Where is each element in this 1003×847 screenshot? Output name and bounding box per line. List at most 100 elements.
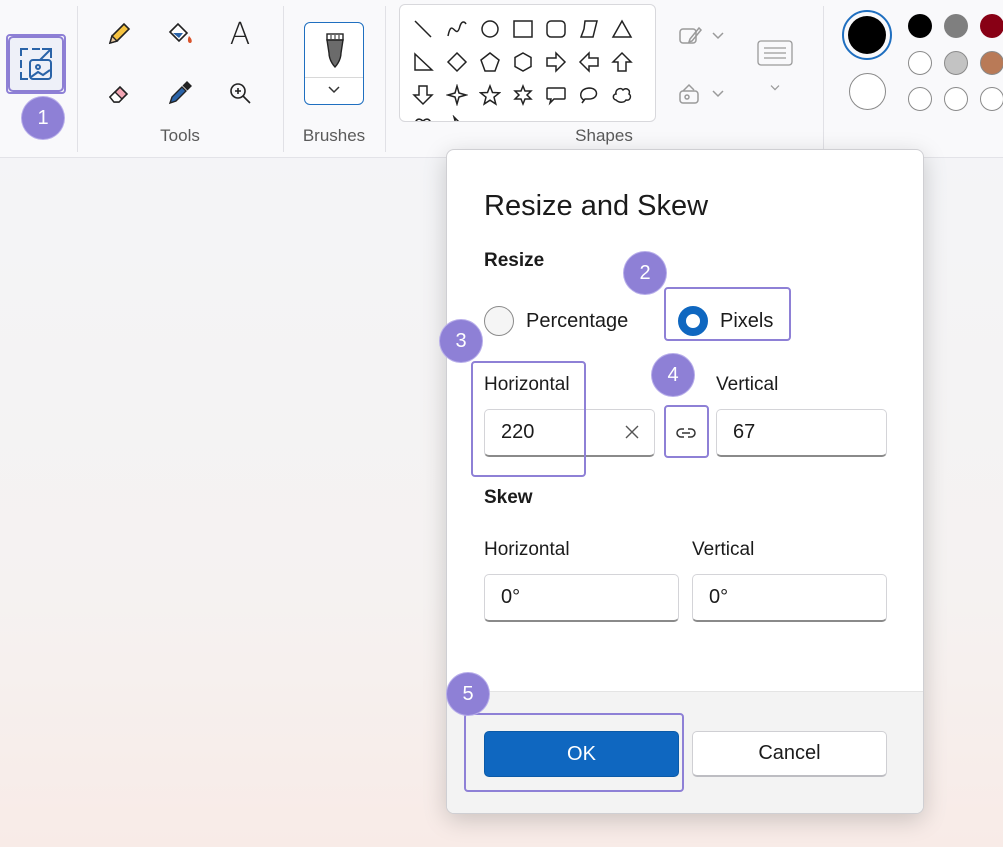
shape-arrow-up[interactable]	[609, 49, 635, 75]
clear-icon[interactable]	[622, 422, 642, 442]
skew-vertical-label: Vertical	[692, 539, 755, 560]
secondary-color-button[interactable]	[849, 73, 886, 110]
outline-dropdown[interactable]	[668, 14, 734, 58]
primary-color-swatch	[848, 16, 886, 54]
star-5-icon	[479, 84, 501, 106]
shape-polygon[interactable]	[576, 16, 602, 42]
palette-color-empty[interactable]	[980, 87, 1003, 111]
palette-color-black[interactable]	[908, 14, 932, 38]
ribbon-separator	[283, 6, 284, 152]
brushes-button[interactable]	[304, 22, 364, 105]
eraser-icon	[108, 85, 129, 103]
shape-arrow-left[interactable]	[576, 49, 602, 75]
palette-color-empty[interactable]	[944, 87, 968, 111]
color-picker-tool[interactable]	[158, 71, 202, 115]
primary-color-button[interactable]	[842, 10, 892, 60]
size-dropdown[interactable]	[752, 30, 798, 100]
palette-color-white[interactable]	[908, 51, 932, 75]
ribbon-separator	[823, 6, 824, 152]
shape-callout-oval[interactable]	[576, 82, 602, 108]
shape-arrow-right[interactable]	[543, 49, 569, 75]
shape-callout-rect[interactable]	[543, 82, 569, 108]
shape-lightning[interactable]	[444, 113, 470, 121]
outline-icon	[679, 26, 703, 44]
resize-section-label: Resize	[484, 250, 545, 271]
shape-hexagon[interactable]	[510, 49, 536, 75]
rounded-rectangle-icon	[546, 20, 566, 38]
skew-horizontal-label: Horizontal	[484, 539, 570, 560]
shape-star-6[interactable]	[510, 82, 536, 108]
vertical-pixels-input[interactable]: 67	[716, 409, 887, 457]
brush-icon	[326, 33, 344, 68]
shape-right-triangle[interactable]	[410, 49, 436, 75]
shape-pentagon[interactable]	[477, 49, 503, 75]
lightning-icon	[452, 115, 460, 121]
fill-dropdown[interactable]	[668, 72, 734, 116]
chevron-down-icon	[712, 90, 724, 98]
percentage-label: Percentage	[526, 310, 629, 332]
pentagon-icon	[480, 52, 500, 72]
shape-diamond[interactable]	[444, 49, 470, 75]
dialog-footer: OK Cancel	[447, 691, 923, 813]
pixels-radio[interactable]	[678, 306, 708, 336]
shape-heart[interactable]	[410, 113, 436, 121]
shape-line[interactable]	[410, 16, 436, 42]
palette-color-light-gray[interactable]	[944, 51, 968, 75]
tools-group-label: Tools	[160, 126, 200, 145]
text-tool[interactable]: A	[218, 12, 262, 56]
horizontal-pixels-input[interactable]: 220	[484, 409, 655, 457]
magnifier-tool[interactable]	[218, 71, 262, 115]
shape-triangle[interactable]	[609, 16, 635, 42]
diamond-icon	[446, 51, 468, 73]
step-badge-4: 4	[652, 354, 694, 396]
dialog-title: Resize and Skew	[484, 190, 709, 222]
shapes-gallery	[399, 4, 656, 122]
palette-color-empty[interactable]	[908, 87, 932, 111]
percentage-radio[interactable]	[484, 306, 514, 336]
pencil-tool[interactable]	[97, 12, 141, 56]
callout-cloud-icon	[612, 87, 632, 103]
text-icon: A	[229, 16, 251, 52]
fill-tool[interactable]	[158, 12, 202, 56]
vertical-label: Vertical	[716, 374, 779, 395]
horizontal-pixels-value: 220	[501, 421, 535, 443]
fill-icon	[168, 22, 192, 43]
resize-skew-dialog: Resize and Skew Resize Percentage Pixels…	[446, 149, 924, 814]
chevron-down-icon	[328, 86, 340, 94]
step-badge-5: 5	[447, 673, 489, 715]
maintain-aspect-ratio-button[interactable]	[668, 409, 704, 457]
vertical-pixels-value: 67	[733, 421, 756, 443]
cancel-button[interactable]: Cancel	[692, 731, 887, 777]
shape-star-4[interactable]	[444, 82, 470, 108]
chevron-down-icon	[770, 85, 780, 91]
palette-color-dark-red[interactable]	[980, 14, 1003, 38]
skew-horizontal-value: 0°	[501, 586, 521, 608]
ribbon-separator	[77, 6, 78, 152]
link-icon	[676, 428, 696, 438]
shape-fill-icon	[679, 83, 699, 104]
shape-oval[interactable]	[477, 16, 503, 42]
heart-icon	[415, 118, 431, 121]
curve-icon	[447, 21, 467, 37]
arrow-left-icon	[578, 51, 599, 73]
shape-star-5[interactable]	[477, 82, 503, 108]
ok-button[interactable]: OK	[484, 731, 679, 777]
skew-horizontal-input[interactable]: 0°	[484, 574, 679, 622]
rectangle-icon	[513, 20, 533, 38]
shapes-group-label: Shapes	[575, 126, 633, 145]
shape-arrow-down[interactable]	[410, 82, 436, 108]
shape-rounded-rectangle[interactable]	[543, 16, 569, 42]
shape-curve[interactable]	[444, 16, 470, 42]
arrow-up-icon	[611, 51, 633, 72]
triangle-icon	[611, 19, 633, 38]
palette-color-gray[interactable]	[944, 14, 968, 38]
skew-vertical-input[interactable]: 0°	[692, 574, 887, 622]
shape-rectangle[interactable]	[510, 16, 536, 42]
palette-color-brown[interactable]	[980, 51, 1003, 75]
line-icon	[414, 20, 432, 38]
color-picker-icon	[168, 81, 192, 105]
resize-image-button[interactable]	[8, 36, 64, 92]
shape-callout-cloud[interactable]	[609, 82, 635, 108]
right-triangle-icon	[414, 52, 434, 71]
eraser-tool[interactable]	[97, 71, 141, 115]
